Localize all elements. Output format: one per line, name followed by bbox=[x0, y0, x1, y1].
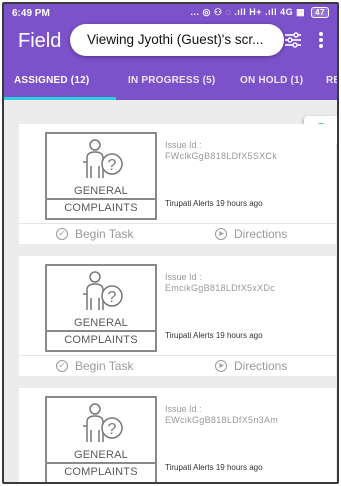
category-divider bbox=[47, 462, 155, 464]
card-actions: ✓ Begin Task ➤ Directions bbox=[19, 356, 336, 376]
check-circle-icon: ✓ bbox=[56, 228, 68, 240]
category-divider bbox=[47, 198, 155, 200]
battery-icon: 47 bbox=[311, 7, 329, 18]
category-badge: ? GENERAL COMPLAINTS bbox=[45, 132, 157, 220]
more-menu-icon[interactable] bbox=[318, 32, 324, 50]
person-question-icon: ? bbox=[83, 271, 123, 310]
task-card[interactable]: ? GENERAL COMPLAINTS Issue Id : EmcikGgB… bbox=[19, 256, 336, 376]
app-title: Field bbox=[18, 30, 62, 52]
svg-text:?: ? bbox=[108, 421, 117, 438]
phone-screen: 6:49 PM ... ◎ ⚇ ◌ .ıll H+ .ıll 4G ▦ 47 F… bbox=[2, 2, 339, 484]
category-line2: COMPLAINTS bbox=[64, 466, 138, 478]
tab-in-progress[interactable]: IN PROGRESS (5) bbox=[128, 75, 215, 86]
begin-task-label: Begin Task bbox=[75, 227, 134, 241]
category-line1: GENERAL bbox=[74, 317, 128, 329]
tab-on-hold[interactable]: ON HOLD (1) bbox=[240, 75, 303, 86]
filter-icon[interactable] bbox=[284, 32, 302, 48]
task-list: ? GENERAL COMPLAINTS Issue Id : FWclkGgB… bbox=[4, 100, 337, 482]
status-icons: ... ◎ ⚇ ◌ .ıll H+ .ıll 4G ▦ 47 bbox=[191, 7, 329, 18]
category-badge: ? GENERAL COMPLAINTS bbox=[45, 264, 157, 352]
issue-id-label: Issue Id : bbox=[165, 140, 202, 150]
signal-icons: ... ◎ ⚇ ◌ .ıll H+ .ıll 4G ▦ bbox=[190, 7, 306, 17]
alert-source-time: Tirupati Alerts 19 hours ago bbox=[165, 199, 263, 208]
category-line2: COMPLAINTS bbox=[64, 202, 138, 214]
begin-task-button[interactable]: ✓ Begin Task bbox=[56, 359, 133, 373]
issue-id-value: EmcikGgB818LDfX5xXDc bbox=[165, 283, 276, 293]
directions-label: Directions bbox=[234, 227, 288, 241]
card-actions: ✓ Begin Task ➤ Directions bbox=[19, 224, 336, 244]
navigation-icon: ➤ bbox=[215, 228, 227, 240]
alert-source-time: Tirupati Alerts 19 hours ago bbox=[165, 331, 263, 340]
task-card-body[interactable]: ? GENERAL COMPLAINTS Issue Id : EmcikGgB… bbox=[19, 256, 336, 356]
status-tabs: ASSIGNED (12) IN PROGRESS (5) ON HOLD (1… bbox=[4, 70, 337, 100]
category-badge: ? GENERAL COMPLAINTS bbox=[45, 396, 157, 482]
category-line1: GENERAL bbox=[74, 185, 128, 197]
svg-text:?: ? bbox=[108, 157, 117, 174]
begin-task-button[interactable]: ✓ Begin Task bbox=[56, 227, 133, 241]
issue-id-label: Issue Id : bbox=[165, 272, 202, 282]
svg-text:?: ? bbox=[108, 289, 117, 306]
tab-assigned[interactable]: ASSIGNED (12) bbox=[14, 75, 89, 86]
issue-id-label: Issue Id : bbox=[165, 404, 202, 414]
app-header: 6:49 PM ... ◎ ⚇ ◌ .ıll H+ .ıll 4G ▦ 47 F… bbox=[4, 4, 337, 100]
directions-label: Directions bbox=[234, 359, 288, 373]
status-bar: 6:49 PM ... ◎ ⚇ ◌ .ıll H+ .ıll 4G ▦ 47 bbox=[4, 4, 337, 22]
navigation-icon: ➤ bbox=[215, 360, 227, 372]
task-card[interactable]: ? GENERAL COMPLAINTS Issue Id : EWcikGgB… bbox=[19, 388, 336, 482]
begin-task-label: Begin Task bbox=[75, 359, 134, 373]
tab-resolved[interactable]: RE bbox=[326, 75, 337, 86]
issue-id-value: EWcikGgB818LDfX5n3Am bbox=[165, 415, 279, 425]
directions-button[interactable]: ➤ Directions bbox=[215, 227, 287, 241]
status-time: 6:49 PM bbox=[12, 8, 50, 19]
category-line1: GENERAL bbox=[74, 449, 128, 461]
task-card[interactable]: ? GENERAL COMPLAINTS Issue Id : FWclkGgB… bbox=[19, 124, 336, 244]
category-divider bbox=[47, 330, 155, 332]
screen-share-toast: Viewing Jyothi (Guest)'s scr... bbox=[70, 24, 284, 56]
person-question-icon: ? bbox=[83, 403, 123, 442]
category-line2: COMPLAINTS bbox=[64, 334, 138, 346]
person-question-icon: ? bbox=[83, 139, 123, 178]
alert-source-time: Tirupati Alerts 19 hours ago bbox=[165, 463, 263, 472]
task-card-body[interactable]: ? GENERAL COMPLAINTS Issue Id : EWcikGgB… bbox=[19, 388, 336, 482]
check-circle-icon: ✓ bbox=[56, 360, 68, 372]
directions-button[interactable]: ➤ Directions bbox=[215, 359, 287, 373]
issue-id-value: FWclkGgB818LDfX5SXCk bbox=[165, 151, 278, 161]
task-card-body[interactable]: ? GENERAL COMPLAINTS Issue Id : FWclkGgB… bbox=[19, 124, 336, 224]
